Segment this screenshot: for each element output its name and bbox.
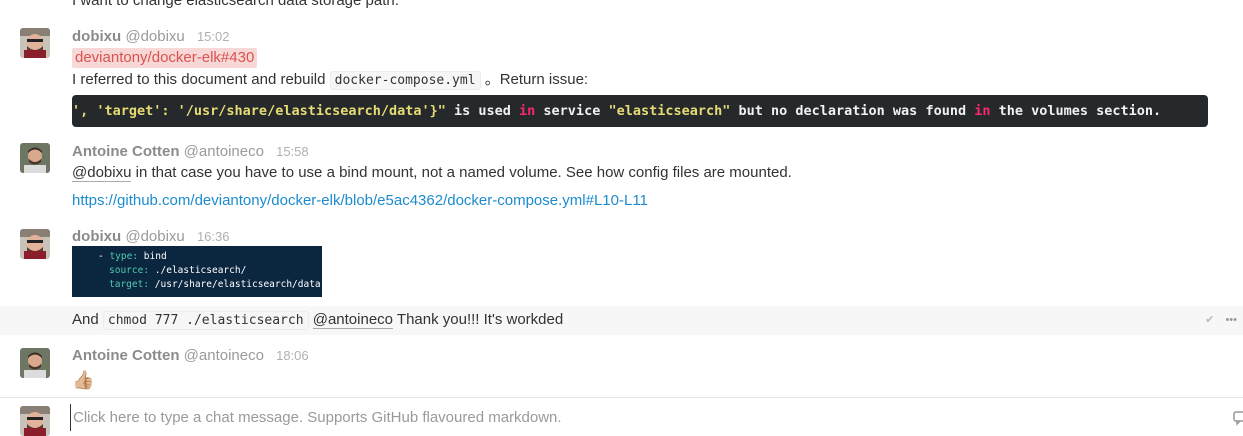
- code-block: ', 'target': '/usr/share/elasticsearch/d…: [72, 95, 1208, 127]
- username[interactable]: Antoine Cotten: [72, 347, 179, 364]
- message-lead: And: [72, 311, 99, 328]
- avatar-dobixu[interactable]: [20, 28, 50, 58]
- yaml-screenshot-image[interactable]: - type: bind source: ./elasticsearch/ ta…: [72, 246, 322, 297]
- message-text: @dobixu in that case you have to use a b…: [72, 163, 792, 183]
- message-header: dobixu @dobixu 15:02: [72, 28, 230, 45]
- user-mention[interactable]: @dobixu: [72, 164, 132, 182]
- avatar-current-user-image: [20, 406, 50, 436]
- yaml-key: target:: [109, 279, 150, 290]
- message-actions: ✔ •••: [1205, 313, 1237, 326]
- inline-code: docker-compose.yml: [329, 71, 481, 90]
- message-text-after-code: 。Return issue:: [484, 71, 589, 88]
- code-part: is used: [445, 103, 520, 119]
- message-header: dobixu @dobixu 16:36: [72, 228, 230, 245]
- avatar-dobixu[interactable]: [20, 229, 50, 259]
- message-text: And chmod 777 ./elasticsearch @antoineco…: [72, 310, 563, 331]
- thumbs-up-emoji: 👍🏼: [72, 370, 95, 390]
- code-part: the volumes section.: [990, 103, 1162, 119]
- user-handle[interactable]: @dobixu: [125, 28, 184, 45]
- timestamp[interactable]: 15:02: [197, 29, 230, 44]
- yaml-value: /usr/share/elasticsearch/data: [154, 279, 321, 290]
- code-keyword: in: [974, 103, 991, 119]
- code-keyword: in: [519, 103, 536, 119]
- user-mention[interactable]: @antoineco: [312, 311, 393, 329]
- avatar-antoineco[interactable]: [20, 143, 50, 173]
- code-part: service: [535, 103, 609, 119]
- issue-reference-link[interactable]: deviantony/docker-elk#430: [72, 48, 258, 68]
- chat-bubble-icon: [1233, 411, 1243, 426]
- message-text: I referred to this document and rebuild …: [72, 70, 588, 91]
- inline-code: chmod 777 ./elasticsearch: [102, 311, 309, 330]
- timestamp[interactable]: 15:58: [276, 144, 309, 159]
- avatar-dobixu-image: [20, 229, 50, 259]
- avatar-dobixu-image: [20, 28, 50, 58]
- avatar-antoineco[interactable]: [20, 348, 50, 378]
- user-handle[interactable]: @antoineco: [184, 347, 264, 364]
- timestamp[interactable]: 16:36: [197, 229, 230, 244]
- check-icon[interactable]: ✔: [1205, 314, 1214, 326]
- yaml-line: - type: bind: [72, 250, 322, 264]
- yaml-dash: -: [98, 251, 110, 262]
- message-header: Antoine Cotten @antoineco 15:58: [72, 143, 309, 160]
- code-string: "elasticsearch": [608, 103, 731, 119]
- message-header: Antoine Cotten @antoineco 18:06: [72, 347, 309, 364]
- message-body: in that case you have to use a bind moun…: [135, 164, 792, 181]
- yaml-key: source:: [109, 265, 150, 276]
- code-part: but no declaration was found: [730, 103, 975, 119]
- previous-message-text: I want to change elasticsearch data stor…: [72, 0, 399, 9]
- message-text-before-code: I referred to this document and rebuild: [72, 71, 326, 88]
- username[interactable]: Antoine Cotten: [72, 143, 179, 160]
- avatar-antoineco-image: [20, 348, 50, 378]
- yaml-line: target: /usr/share/elasticsearch/data: [72, 278, 322, 292]
- composer-options-icon[interactable]: [1233, 410, 1243, 426]
- more-icon[interactable]: •••: [1225, 314, 1237, 326]
- username[interactable]: dobixu: [72, 28, 121, 45]
- timestamp[interactable]: 18:06: [276, 348, 309, 363]
- avatar-current-user[interactable]: [20, 406, 50, 436]
- yaml-value: bind: [143, 251, 167, 262]
- yaml-line: source: ./elasticsearch/: [72, 264, 322, 278]
- username[interactable]: dobixu: [72, 228, 121, 245]
- chat-message-input[interactable]: [70, 404, 1218, 431]
- code-part: ', 'target': '/usr/share/elasticsearch/d…: [72, 103, 446, 119]
- github-link[interactable]: https://github.com/deviantony/docker-elk…: [72, 191, 648, 211]
- user-handle[interactable]: @antoineco: [184, 143, 264, 160]
- yaml-key: type:: [109, 251, 139, 262]
- user-handle[interactable]: @dobixu: [125, 228, 184, 245]
- yaml-value: ./elasticsearch/: [154, 265, 247, 276]
- message-body: Thank you!!! It's workded: [396, 311, 564, 328]
- avatar-antoineco-image: [20, 143, 50, 173]
